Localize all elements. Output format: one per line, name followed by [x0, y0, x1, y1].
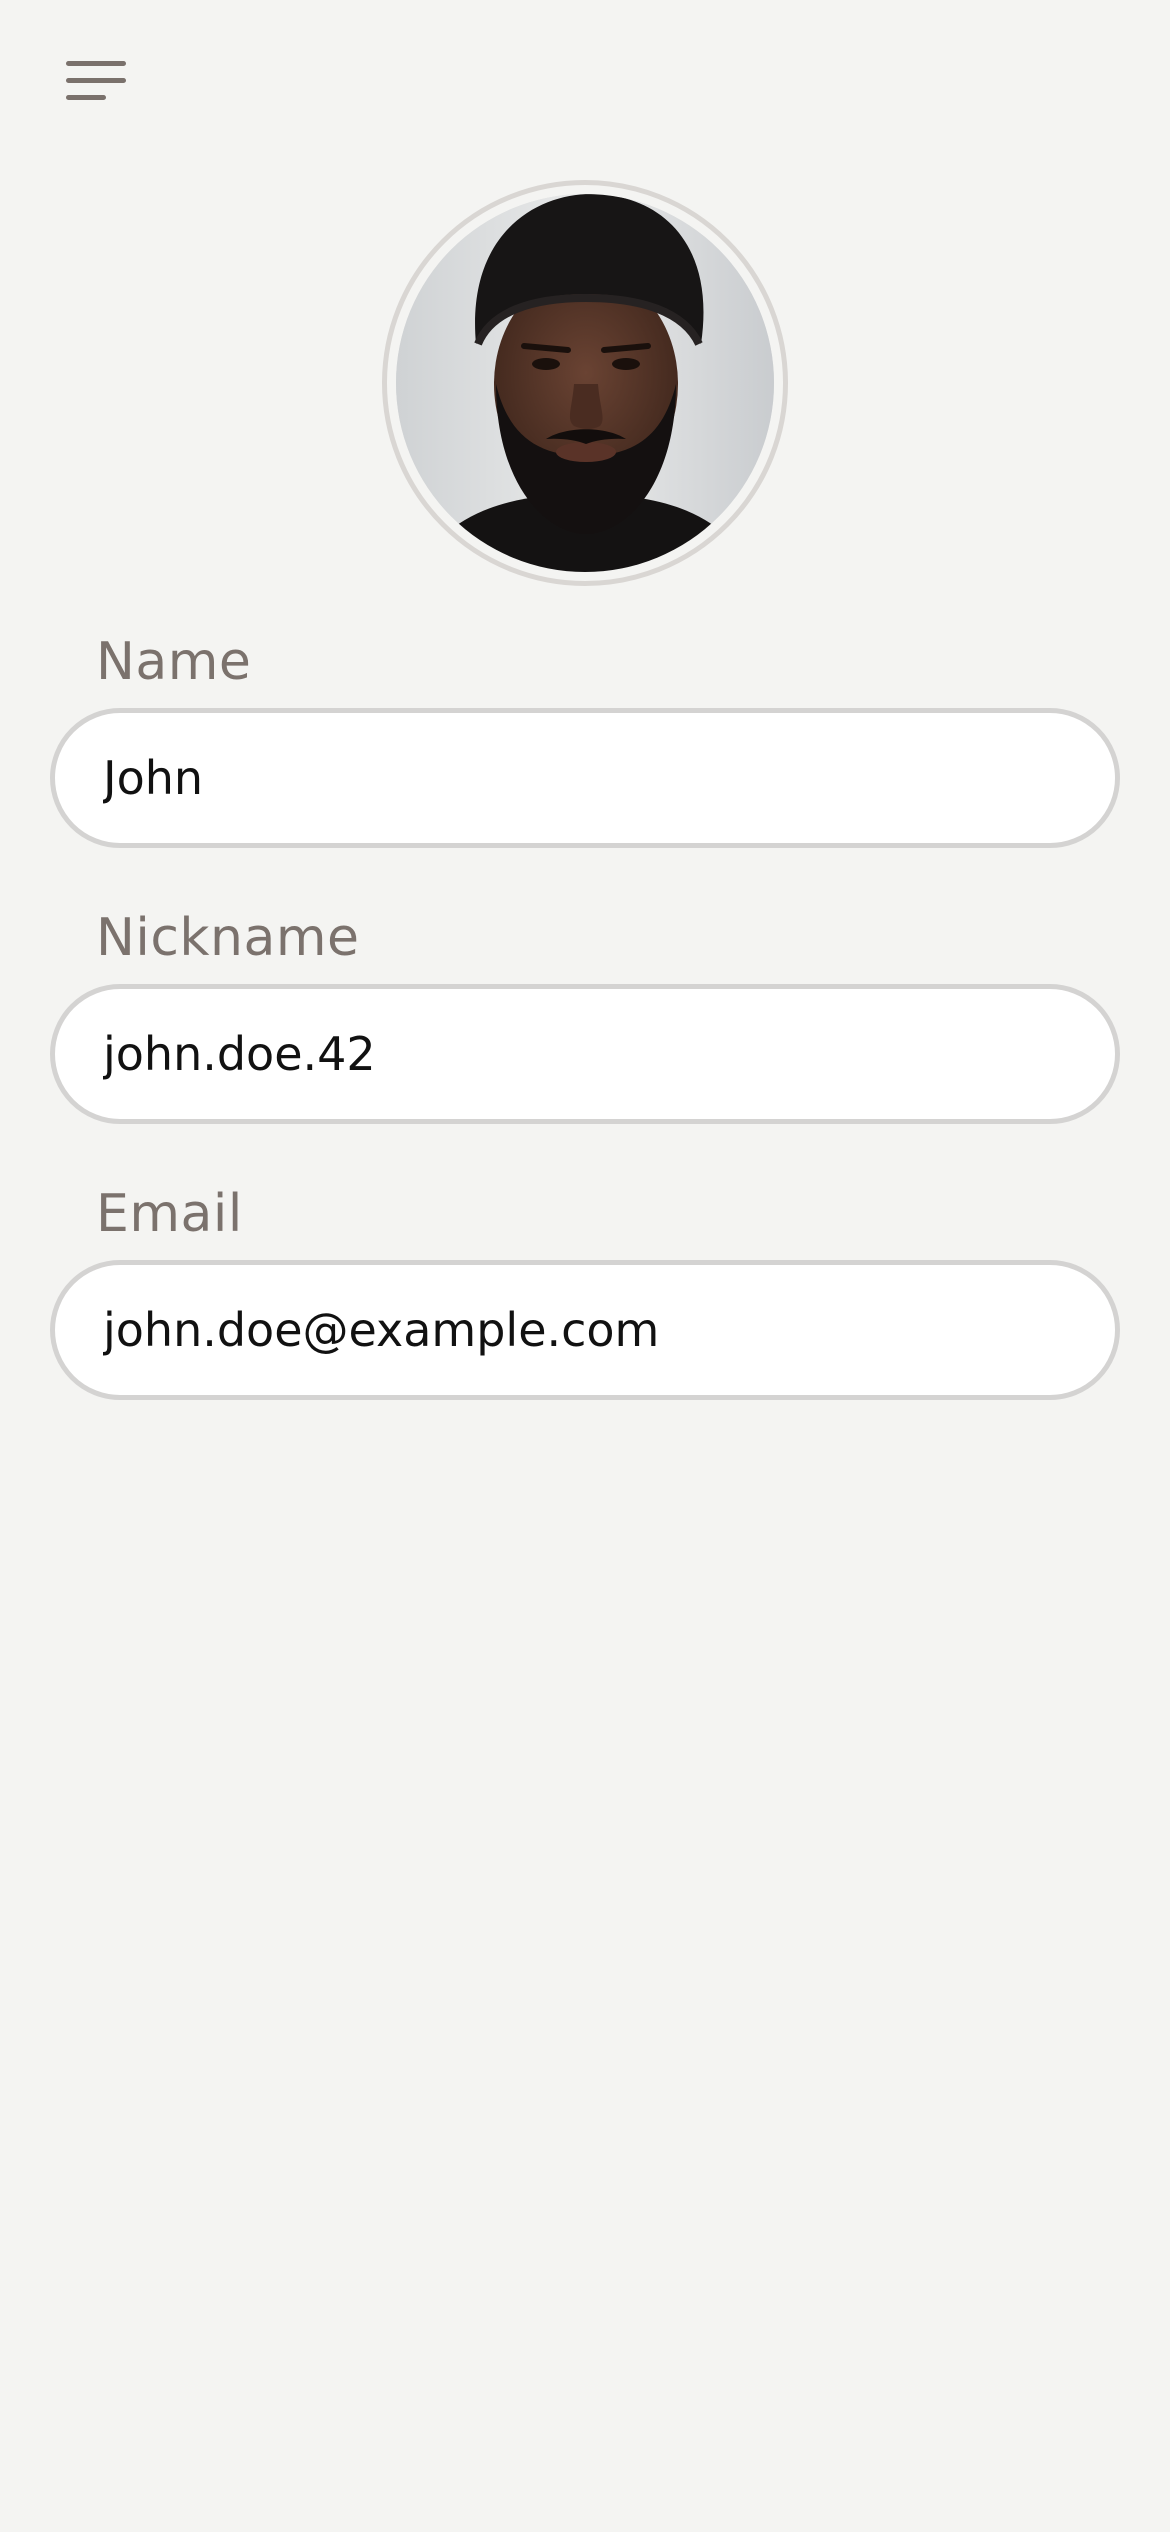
nickname-input[interactable]: [50, 984, 1120, 1124]
email-input[interactable]: [50, 1260, 1120, 1400]
profile-screen: Name Nickname Email: [0, 0, 1170, 2532]
avatar-ring[interactable]: [382, 180, 788, 586]
menu-button[interactable]: [50, 45, 140, 125]
nickname-label: Nickname: [96, 908, 360, 968]
avatar[interactable]: [396, 194, 774, 572]
email-label: Email: [96, 1184, 243, 1244]
avatar-photo: [396, 194, 774, 572]
name-input[interactable]: [50, 708, 1120, 848]
name-label: Name: [96, 632, 252, 692]
